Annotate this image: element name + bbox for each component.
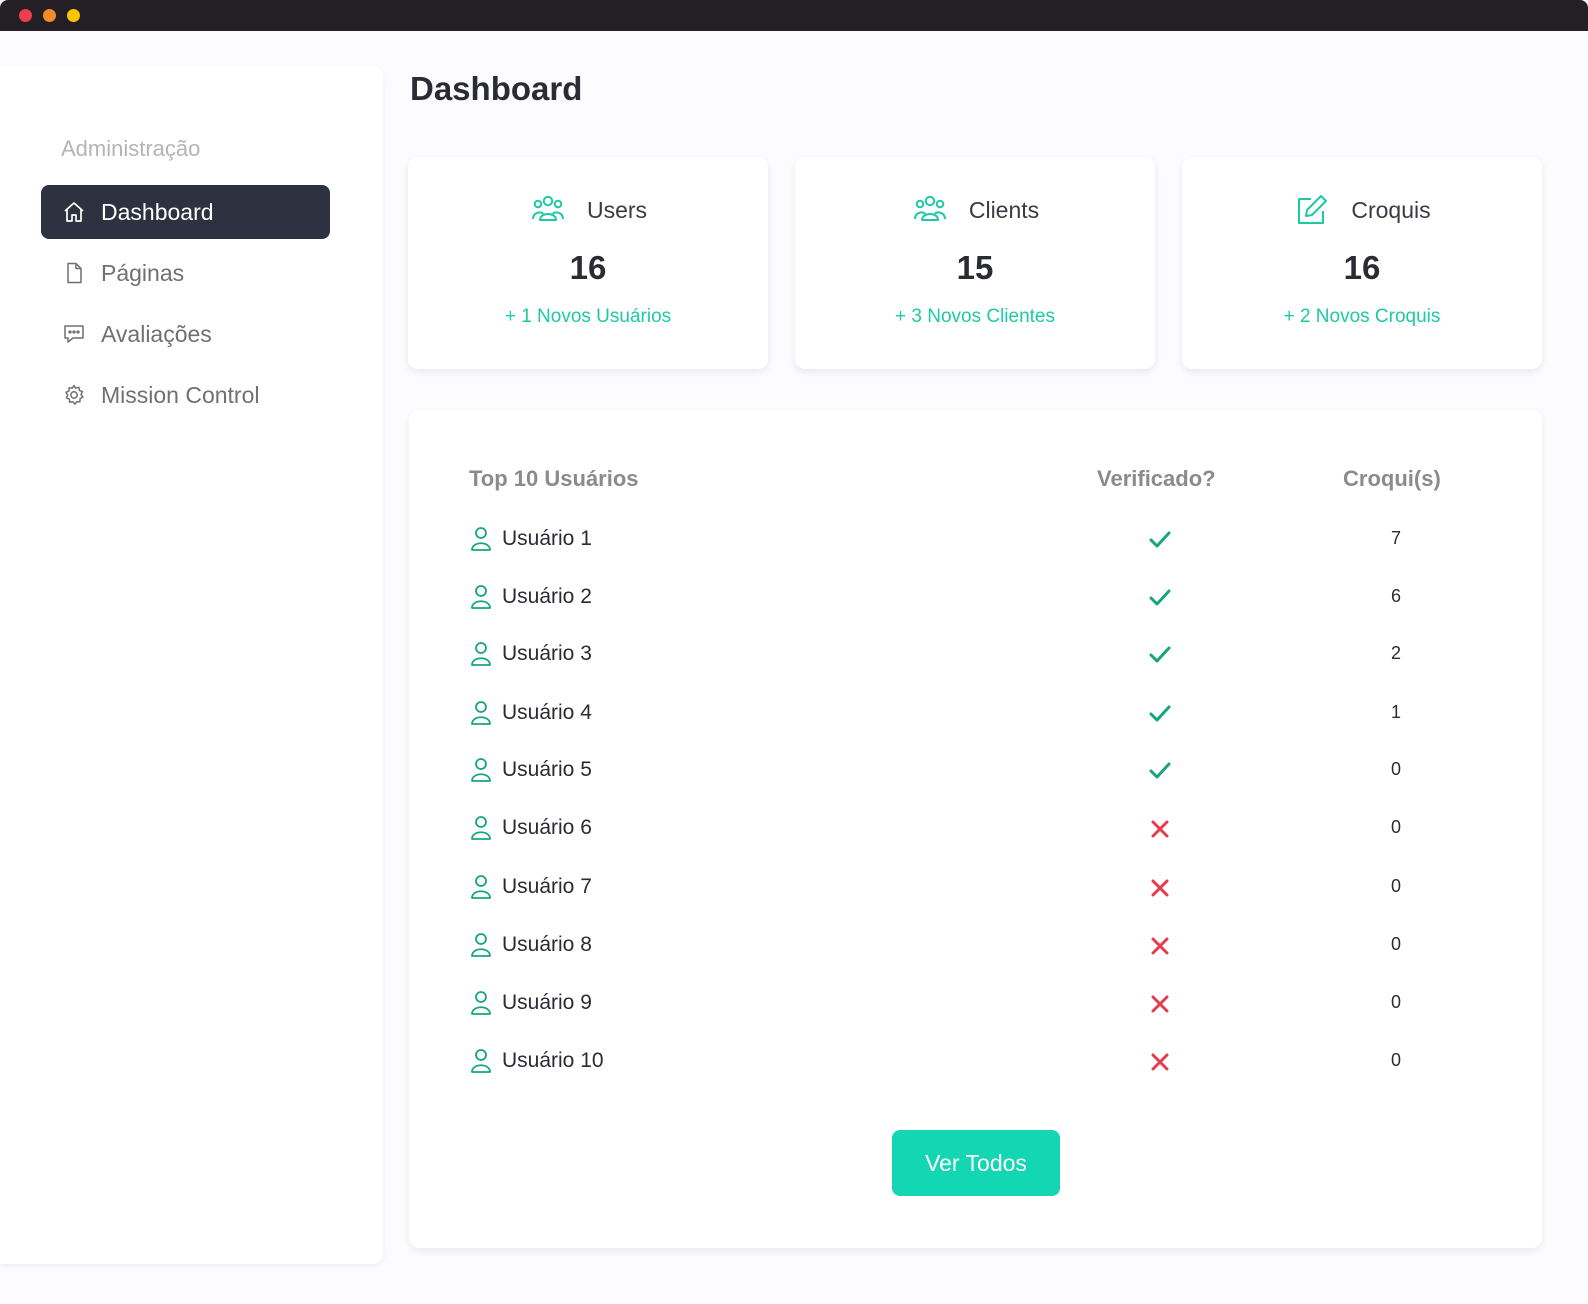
croquis-count: 0: [1390, 817, 1401, 837]
table-row[interactable]: Usuário 8 0: [470, 926, 1470, 966]
stat-title: Clients: [968, 196, 1040, 223]
sidebar-section-label: Administração: [61, 136, 201, 161]
user-icon: [470, 932, 492, 958]
croquis-count: 2: [1390, 643, 1401, 663]
stat-title: Croquis: [1351, 196, 1431, 223]
croquis-count: 0: [1390, 759, 1401, 779]
cross-icon: [1146, 932, 1174, 960]
table-row[interactable]: Usuário 9 0: [470, 984, 1470, 1024]
user-icon: [470, 1048, 492, 1074]
stat-header: Clients: [795, 191, 1155, 229]
sidebar-item-avaliacoes[interactable]: Avaliações: [41, 307, 330, 361]
clients-group-icon: [911, 191, 949, 229]
stat-value: 16: [569, 249, 607, 286]
stat-subtext: + 3 Novos Clientes: [895, 306, 1055, 327]
sidebar-item-label: Mission Control: [101, 381, 260, 408]
user-name: Usuário 6: [502, 816, 592, 839]
sidebar-item-label: Avaliações: [101, 320, 212, 347]
user-icon: [470, 700, 492, 726]
user-icon: [470, 641, 492, 667]
minimize-window-button[interactable]: [43, 9, 56, 22]
check-icon: [1146, 641, 1174, 669]
user-name: Usuário 10: [502, 1049, 604, 1072]
user-name: Usuário 7: [502, 875, 592, 898]
sidebar-item-mission-control[interactable]: Mission Control: [41, 368, 330, 422]
table-row[interactable]: Usuário 5 0: [470, 751, 1470, 791]
check-icon: [1146, 700, 1174, 728]
croquis-count: 0: [1390, 876, 1401, 896]
user-name: Usuário 2: [502, 585, 592, 608]
table-row[interactable]: Usuário 6 0: [470, 809, 1470, 849]
user-name: Usuário 9: [502, 991, 592, 1014]
column-header-count: Croqui(s): [1343, 466, 1441, 491]
chat-icon: [61, 321, 87, 347]
table-row[interactable]: Usuário 4 1: [470, 694, 1470, 734]
cross-icon: [1146, 874, 1174, 902]
user-icon: [470, 874, 492, 900]
user-icon: [470, 584, 492, 610]
table-row[interactable]: Usuário 7 0: [470, 868, 1470, 908]
cross-icon: [1146, 815, 1174, 843]
table-row[interactable]: Usuário 1 7: [470, 520, 1470, 560]
window-titlebar: [0, 0, 1588, 31]
stat-subtext: + 1 Novos Usuários: [504, 306, 672, 327]
croquis-count: 0: [1390, 992, 1401, 1012]
croquis-count: 0: [1390, 934, 1401, 954]
croquis-count: 6: [1390, 586, 1401, 606]
user-icon: [470, 526, 492, 552]
check-icon: [1146, 757, 1174, 785]
sidebar-item-label: Dashboard: [101, 198, 214, 225]
user-icon: [470, 757, 492, 783]
user-name: Usuário 8: [502, 933, 592, 956]
croquis-count: 0: [1390, 1050, 1401, 1070]
home-icon: [61, 199, 87, 225]
stat-value: 16: [1343, 249, 1381, 286]
table-row[interactable]: Usuário 10 0: [470, 1042, 1470, 1082]
stat-subtext: + 2 Novos Croquis: [1283, 306, 1441, 327]
check-icon: [1146, 584, 1174, 612]
user-name: Usuário 4: [502, 701, 592, 724]
view-all-button[interactable]: Ver Todos: [892, 1130, 1060, 1196]
stat-value: 15: [956, 249, 994, 286]
page-title: Dashboard: [410, 70, 583, 107]
cross-icon: [1146, 990, 1174, 1018]
stat-card-croquis: Croquis 16 + 2 Novos Croquis: [1182, 157, 1542, 369]
document-icon: [61, 260, 87, 286]
stat-header: Croquis: [1182, 191, 1542, 229]
maximize-window-button[interactable]: [67, 9, 80, 22]
stat-header: Users: [408, 191, 768, 229]
croquis-count: 1: [1390, 702, 1401, 722]
table-row[interactable]: Usuário 3 2: [470, 635, 1470, 675]
check-icon: [1146, 526, 1174, 554]
user-icon: [470, 815, 492, 841]
sidebar-item-dashboard[interactable]: Dashboard: [41, 185, 330, 239]
gear-icon: [61, 382, 87, 408]
user-name: Usuário 5: [502, 758, 592, 781]
table-row[interactable]: Usuário 2 6: [470, 578, 1470, 618]
stat-title: Users: [586, 196, 648, 223]
sidebar-item-paginas[interactable]: Páginas: [41, 246, 330, 300]
user-name: Usuário 1: [502, 527, 592, 550]
users-group-icon: [529, 191, 567, 229]
edit-icon: [1293, 191, 1331, 229]
cross-icon: [1146, 1048, 1174, 1076]
user-name: Usuário 3: [502, 642, 592, 665]
column-header-user: Top 10 Usuários: [469, 466, 639, 491]
stat-card-users: Users 16 + 1 Novos Usuários: [408, 157, 768, 369]
column-header-verified: Verificado?: [1097, 466, 1216, 491]
user-icon: [470, 990, 492, 1016]
close-window-button[interactable]: [19, 9, 32, 22]
sidebar-item-label: Páginas: [101, 259, 185, 286]
croquis-count: 7: [1390, 528, 1401, 548]
stat-card-clients: Clients 15 + 3 Novos Clientes: [795, 157, 1155, 369]
